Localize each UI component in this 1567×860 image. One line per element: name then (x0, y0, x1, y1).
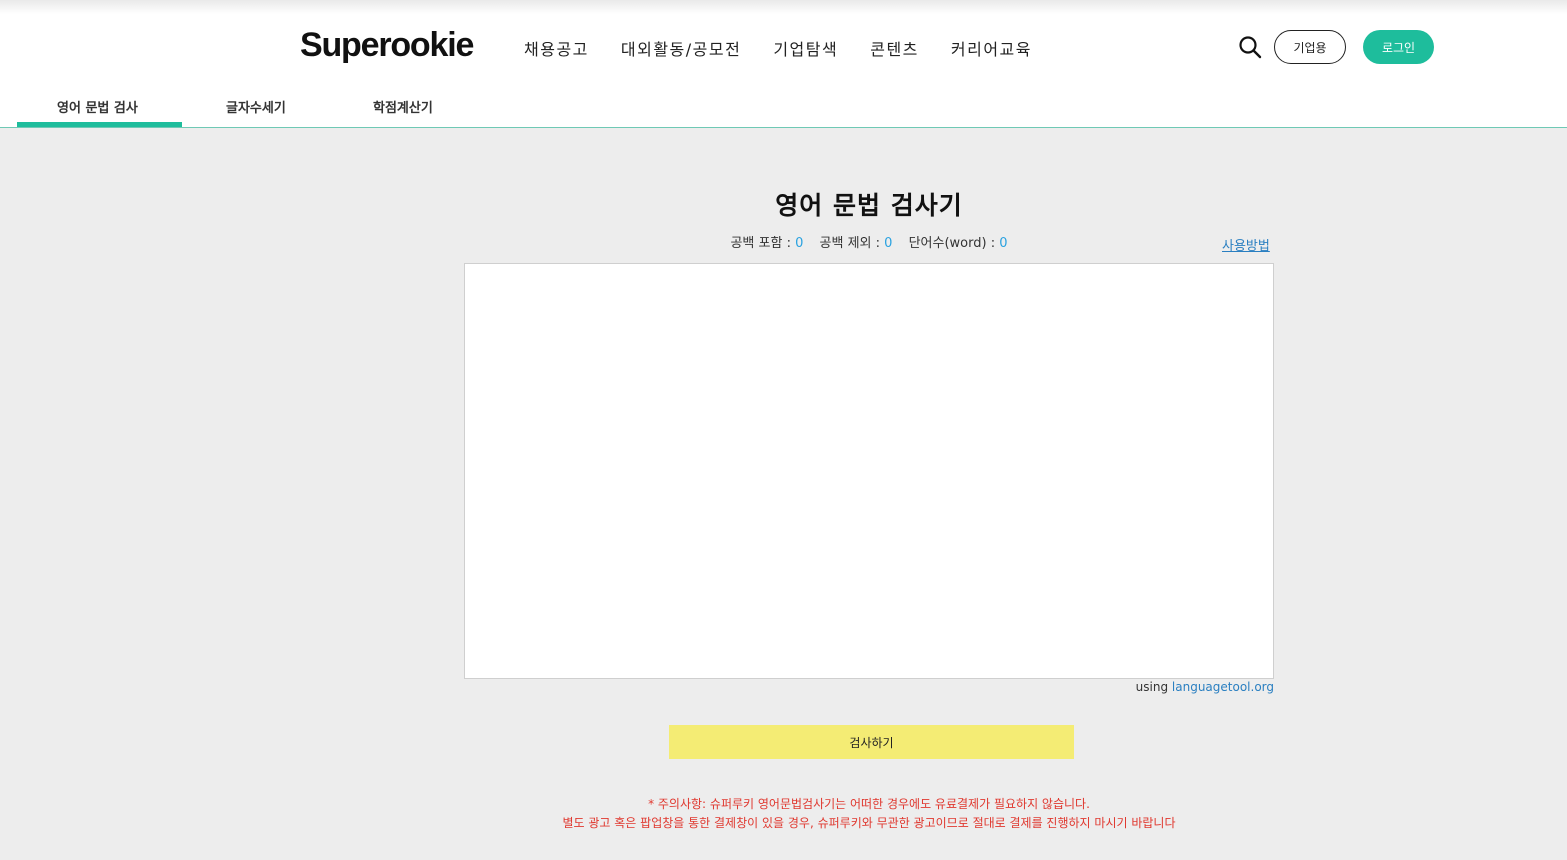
header-divider (0, 127, 1567, 128)
count-words-value: 0 (999, 236, 1008, 251)
main-nav: 채용공고 대외활동/공모전 기업탐색 콘텐츠 커리어교육 (524, 36, 1064, 60)
count-without-spaces-label: 공백 제외 : (819, 236, 881, 251)
page-title: 영어 문법 검사기 (775, 191, 963, 220)
character-counts: 공백 포함 : 0 공백 제외 : 0 단어수(word) : 0 (464, 232, 1274, 251)
notice-line-2: 별도 광고 혹은 팝업창을 통한 결제창이 있을 경우, 슈퍼루키와 무관한 광… (562, 816, 1176, 830)
nav-item-jobs[interactable]: 채용공고 (524, 36, 589, 60)
login-button[interactable]: 로그인 (1363, 30, 1434, 64)
count-words: 단어수(word) : 0 (909, 236, 1008, 251)
top-header: Superookie 채용공고 대외활동/공모전 기업탐색 콘텐츠 커리어교육 … (0, 0, 1567, 128)
count-with-spaces-label: 공백 포함 : (730, 236, 791, 251)
count-with-spaces: 공백 포함 : 0 (730, 236, 807, 251)
notice-line-1: * 주의사항: 슈퍼루키 영어문법검사기는 어떠한 경우에도 유료결제가 필요하… (648, 797, 1090, 811)
languagetool-link[interactable]: languagetool.org (1172, 680, 1274, 694)
nav-item-activities[interactable]: 대외활동/공모전 (621, 36, 741, 60)
powered-by: using languagetool.org (464, 680, 1274, 694)
nav-item-education[interactable]: 커리어교육 (951, 36, 1032, 60)
tab-gpa-calculator[interactable]: 학점계산기 (373, 97, 433, 116)
search-icon[interactable] (1238, 35, 1262, 59)
count-words-label: 단어수(word) : (908, 236, 996, 251)
count-without-spaces-value: 0 (884, 236, 893, 251)
payment-notice: * 주의사항: 슈퍼루키 영어문법검사기는 어떠한 경우에도 유료결제가 필요하… (464, 795, 1274, 833)
tab-character-count[interactable]: 글자수세기 (226, 97, 286, 116)
nav-item-companies[interactable]: 기업탐색 (773, 36, 838, 60)
header-shadow (0, 0, 1567, 14)
count-with-spaces-value: 0 (795, 236, 804, 251)
site-logo[interactable]: Superookie (300, 26, 474, 65)
powered-by-prefix: using (1135, 680, 1169, 694)
count-without-spaces: 공백 제외 : 0 (820, 236, 897, 251)
check-grammar-button[interactable]: 검사하기 (669, 725, 1074, 759)
grammar-text-input[interactable] (464, 263, 1274, 679)
how-to-use-link[interactable]: 사용방법 (1222, 235, 1270, 254)
tab-grammar-check[interactable]: 영어 문법 검사 (57, 97, 138, 116)
business-button[interactable]: 기업용 (1274, 30, 1346, 64)
nav-item-contents[interactable]: 콘텐츠 (870, 36, 919, 60)
